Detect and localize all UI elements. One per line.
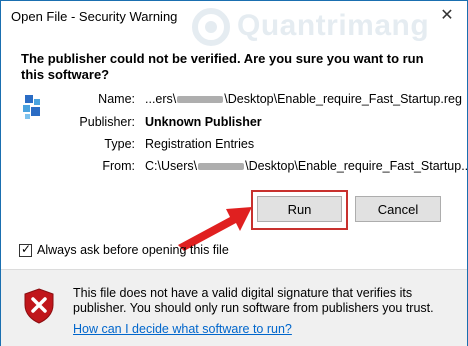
checkbox-check-icon: ✓ bbox=[21, 242, 32, 256]
help-link[interactable]: How can I decide what software to run? bbox=[73, 322, 292, 336]
name-value-prefix: ...ers\ bbox=[145, 92, 177, 106]
name-value-suffix: \Desktop\Enable_require_Fast_Startup.reg bbox=[224, 92, 462, 106]
warning-text: This file does not have a valid digital … bbox=[73, 286, 434, 315]
redacted-username bbox=[198, 163, 245, 171]
always-ask-label[interactable]: Always ask before opening this file bbox=[37, 243, 229, 257]
type-value: Registration Entries bbox=[145, 137, 255, 151]
cancel-button[interactable]: Cancel bbox=[355, 196, 441, 222]
always-ask-checkbox[interactable]: ✓ bbox=[19, 242, 32, 257]
redacted-username bbox=[177, 96, 224, 104]
run-button[interactable]: Run bbox=[257, 196, 342, 222]
publisher-value: Unknown Publisher bbox=[145, 115, 262, 129]
from-value: C:\Users\ \Desktop\Enable_require_Fast_St… bbox=[145, 159, 468, 173]
publisher-label: Publisher: bbox=[79, 115, 135, 129]
question-text: The publisher could not be verified. Are… bbox=[21, 51, 424, 82]
window-title: Open File - Security Warning bbox=[11, 9, 178, 24]
from-label: From: bbox=[102, 159, 135, 173]
type-label: Type: bbox=[104, 137, 135, 151]
registry-file-icon bbox=[23, 95, 40, 119]
watermark: Quantrimang bbox=[191, 7, 446, 47]
watermark-logo-icon bbox=[192, 8, 230, 46]
watermark-text: Quantrimang bbox=[237, 9, 430, 42]
from-value-suffix: \Desktop\Enable_require_Fast_Startup... bbox=[245, 159, 468, 173]
name-label: Name: bbox=[98, 92, 135, 106]
name-value: ...ers\ \Desktop\Enable_require_Fast_Star… bbox=[145, 92, 462, 106]
warning-footer: This file does not have a valid digital … bbox=[1, 269, 467, 346]
shield-warning-icon bbox=[24, 288, 54, 324]
from-value-prefix: C:\Users\ bbox=[145, 159, 198, 173]
security-warning-dialog: Open File - Security Warning ✕ Quantrima… bbox=[0, 0, 468, 346]
